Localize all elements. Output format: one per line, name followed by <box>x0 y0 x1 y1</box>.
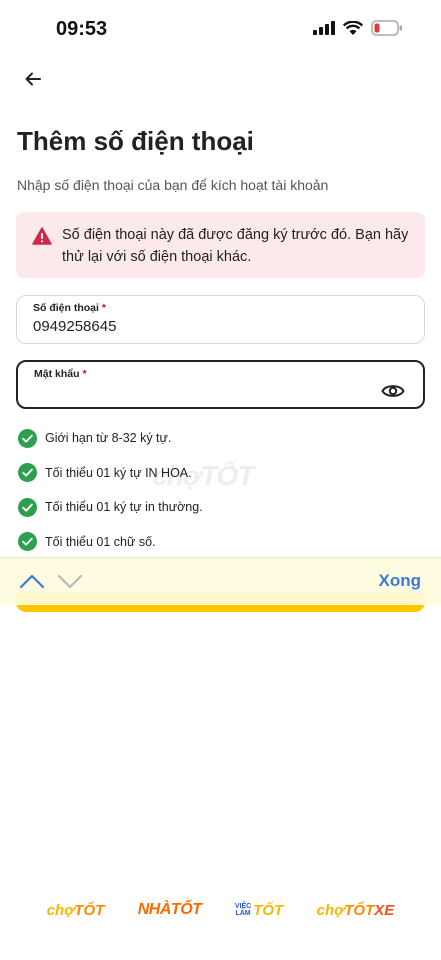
warning-triangle-icon <box>32 227 52 245</box>
wifi-icon <box>343 20 363 35</box>
keyboard-toolbar: Xong <box>0 557 441 605</box>
brand-text: TỐT <box>74 901 105 919</box>
required-mark: * <box>101 302 106 314</box>
required-mark: * <box>82 368 87 380</box>
password-label-text: Mật khẩu <box>34 368 80 380</box>
phone-label-text: Số điện thoại <box>33 302 99 314</box>
check-circle-icon <box>18 463 37 482</box>
brand-text: TỐT <box>253 901 284 919</box>
password-rule-text: Giới hạn từ 8-32 ký tự. <box>45 431 172 445</box>
chevron-up-icon[interactable] <box>19 572 45 590</box>
brand-text: VIỆC LÀM <box>235 903 251 917</box>
page-subtitle: Nhập số điện thoại của bạn để kích hoạt … <box>17 177 329 193</box>
back-button[interactable] <box>20 66 46 92</box>
phone-field-label: Số điện thoại * <box>33 302 408 314</box>
battery-icon <box>371 20 402 36</box>
brand-text: TỐT <box>344 901 375 919</box>
password-rule: Tối thiểu 01 chữ số. <box>18 532 203 552</box>
brand-text: XE <box>374 901 395 919</box>
password-field[interactable]: Mật khẩu * <box>16 360 425 409</box>
arrow-left-icon <box>25 72 41 86</box>
password-rule-text: Tối thiểu 01 ký tự IN HOA. <box>45 465 192 480</box>
error-message-line: Số điện thoại này đã được đăng ký trước … <box>62 227 409 243</box>
check-circle-icon <box>18 497 37 517</box>
password-rule-text: Tối thiểu 01 chữ số. <box>45 534 156 549</box>
status-bar: 09:53 <box>0 0 441 60</box>
phone-input[interactable] <box>33 318 363 335</box>
password-rule: Giới hạn từ 8-32 ký tự. <box>18 428 203 448</box>
brand-cho-tot-logo[interactable]: chợTỐT <box>47 902 105 919</box>
password-rules: Giới hạn từ 8-32 ký tự. Tối thiểu 01 ký … <box>18 428 203 566</box>
signal-icon <box>313 21 335 35</box>
brand-text: chợ <box>46 901 75 919</box>
brand-viec-lam-tot-logo[interactable]: VIỆC LÀM TỐT <box>235 902 283 919</box>
footer-brands: chợTỐT NHÀTỐT VIỆC LÀM TỐT chợTỐTXE <box>0 898 441 922</box>
status-icons <box>313 20 403 36</box>
password-rule: Tối thiểu 01 ký tự in thường. <box>18 497 203 517</box>
check-circle-icon <box>18 428 37 448</box>
brand-nha-tot-logo[interactable]: NHÀTỐT <box>138 901 202 919</box>
eye-icon[interactable] <box>381 382 405 400</box>
done-button[interactable]: Xong <box>379 571 422 591</box>
brand-cho-tot-xe-logo[interactable]: chợTỐTXE <box>317 902 395 919</box>
error-message: Số điện thoại này đã được đăng ký trước … <box>62 224 411 268</box>
error-alert: Số điện thoại này đã được đăng ký trước … <box>16 212 425 278</box>
brand-text: VIỆC <box>234 903 252 910</box>
status-time: 09:53 <box>56 18 108 40</box>
password-rule: Tối thiểu 01 ký tự IN HOA. <box>18 463 203 483</box>
password-input[interactable] <box>34 384 364 401</box>
page-title: Thêm số điện thoại <box>17 126 254 156</box>
chevron-down-icon[interactable] <box>57 572 83 590</box>
error-message-line: thử lại với số điện thoại khác. <box>62 249 252 265</box>
password-rule-text: Tối thiểu 01 ký tự in thường. <box>45 500 203 514</box>
password-field-label: Mật khẩu * <box>34 368 407 380</box>
brand-text: LÀM <box>235 910 251 917</box>
check-circle-icon <box>18 532 37 551</box>
brand-text: chợ <box>316 901 345 919</box>
phone-field[interactable]: Số điện thoại * <box>16 295 425 344</box>
